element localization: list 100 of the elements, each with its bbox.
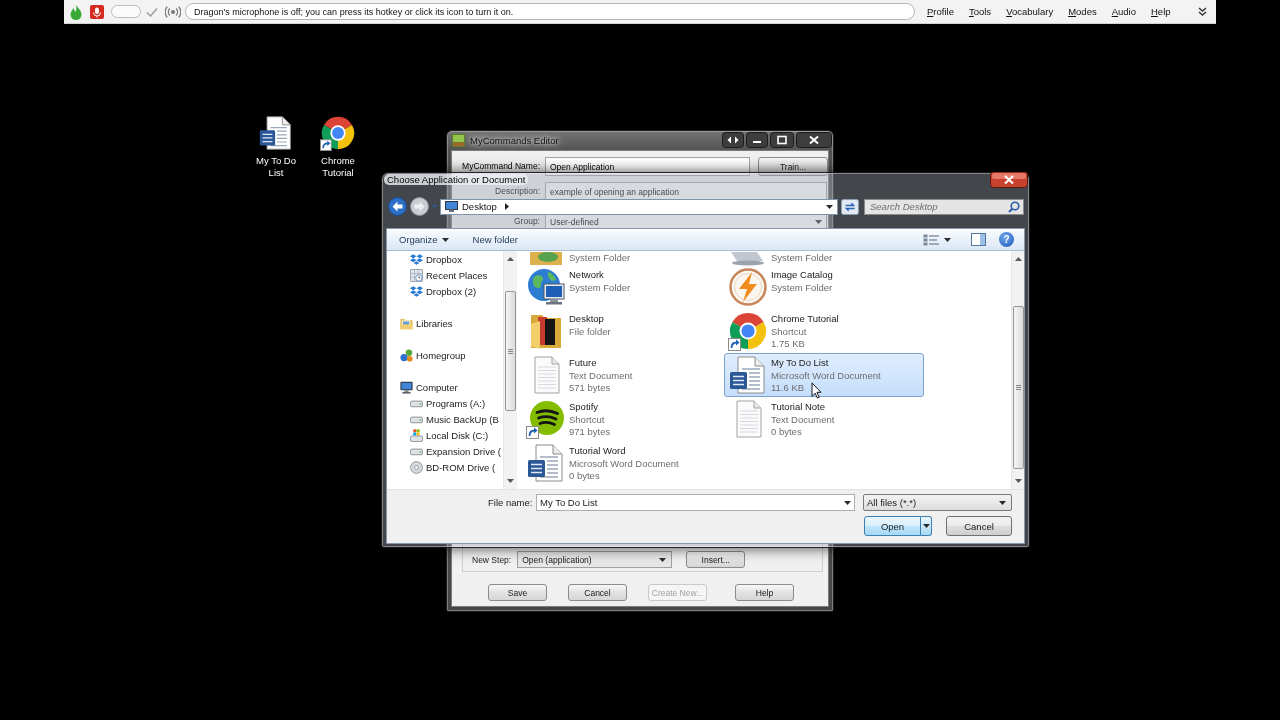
maximize-icon[interactable] [770, 132, 794, 148]
dialog-button[interactable]: Open [864, 516, 921, 536]
file-item[interactable]: Network System Folder [522, 265, 722, 309]
window-title: Choose Application or Document [384, 174, 529, 185]
checkmark-icon[interactable] [146, 6, 158, 17]
file-type-dropdown[interactable]: All files (*.*) [863, 494, 1012, 511]
nav-item[interactable]: Recent Places [387, 267, 503, 283]
file-name: Desktop [569, 313, 604, 326]
split-menu-button[interactable] [921, 516, 932, 536]
computer-icon [400, 380, 413, 394]
menu-item[interactable]: Tools [968, 6, 992, 17]
scrollbar-thumb[interactable] [505, 291, 516, 411]
file-type: Shortcut [569, 413, 605, 426]
chevron-right-icon[interactable] [504, 203, 509, 210]
scrollbar-track[interactable] [503, 251, 517, 489]
dialog-button[interactable]: Save [488, 584, 547, 601]
flame-icon[interactable] [70, 3, 82, 20]
dialog-button[interactable]: Cancel [946, 516, 1012, 536]
file-item[interactable]: Chrome Tutorial Shortcut 1.75 KB [724, 309, 924, 353]
menu-item[interactable]: Help [1151, 6, 1171, 17]
double-chevron-icon[interactable] [1198, 7, 1207, 16]
scroll-up-icon[interactable] [1014, 257, 1022, 261]
train-button[interactable]: Train... [758, 157, 828, 176]
broadcast-icon[interactable] [165, 5, 181, 18]
toolbar-button[interactable]: New folder [472, 234, 518, 245]
file-item[interactable]: Future Text Document 571 bytes [522, 353, 722, 397]
system-drive-icon [410, 428, 423, 442]
close-icon[interactable] [990, 172, 1028, 188]
scroll-down-icon[interactable] [507, 479, 514, 483]
file-type: System Folder [771, 252, 833, 264]
close-icon[interactable] [796, 132, 832, 148]
nav-item[interactable]: Dropbox (2) [387, 283, 503, 299]
nav-item[interactable]: Expansion Drive ( [387, 443, 503, 459]
file-item[interactable]: My To Do List Microsoft Word Document 11.6 KB [724, 353, 924, 397]
file-type: System Folder [771, 281, 833, 294]
microphone-icon[interactable] [90, 4, 104, 19]
search-field[interactable]: Search Desktop [864, 198, 1024, 215]
menu-item[interactable]: Profile [927, 6, 954, 17]
file-item[interactable]: Tutorial Note Text Document 0 bytes [724, 397, 924, 441]
caret-icon [826, 204, 833, 209]
desktop-icon-label[interactable]: Chrome Tutorial [311, 155, 365, 179]
file-type: System Folder [569, 281, 631, 294]
file-item[interactable]: Spotify Shortcut 971 bytes [522, 397, 722, 441]
caret-icon [844, 501, 851, 505]
caret-icon [659, 557, 667, 562]
file-type: Shortcut [771, 325, 807, 338]
resize-arrows-icon[interactable] [722, 132, 744, 148]
scrollbar-track[interactable] [1011, 251, 1024, 489]
field-label: New Step: [472, 554, 512, 565]
file-name: My To Do List [771, 357, 829, 370]
monitor-icon [445, 201, 458, 212]
menu-item[interactable]: Vocabulary [1006, 6, 1054, 17]
field-label: Description: [494, 186, 540, 197]
insert-button[interactable]: Insert... [686, 551, 746, 568]
file-item[interactable]: Tutorial Word Microsoft Word Document 0 bytes [522, 441, 722, 485]
file-item[interactable]: System Folder [522, 251, 722, 265]
nav-item[interactable]: Homegroup [387, 347, 503, 363]
field-label: File name: [488, 497, 532, 508]
field-label: Group: [513, 216, 540, 227]
minimize-icon[interactable] [746, 132, 768, 148]
dropdown-field[interactable]: Open (application) [517, 551, 673, 568]
nav-item[interactable]: Local Disk (C:) [387, 427, 503, 443]
preview-pane-icon[interactable] [971, 233, 986, 246]
view-options-icon[interactable] [923, 233, 939, 246]
file-item[interactable]: Image Catalog System Folder [724, 265, 924, 309]
caret-icon [922, 524, 930, 528]
recent-places-icon [410, 268, 423, 282]
scrollbar-thumb[interactable] [1012, 306, 1024, 469]
nav-item[interactable]: Libraries [387, 315, 503, 331]
file-type: Microsoft Word Document [569, 457, 679, 470]
file-name: Future [569, 357, 597, 370]
scroll-down-icon[interactable] [1014, 479, 1022, 483]
file-name: Chrome Tutorial [771, 313, 839, 326]
desktop-icon-label[interactable]: My To Do List [249, 155, 303, 179]
dialog-button[interactable]: Help [735, 584, 794, 601]
toolbar-button[interactable]: Organize [399, 234, 449, 245]
file-name-field[interactable]: My To Do List [536, 494, 855, 511]
breadcrumb-item[interactable]: Desktop [462, 201, 497, 212]
file-type: File folder [569, 325, 611, 338]
nav-item[interactable]: Computer [387, 379, 503, 395]
scroll-up-icon[interactable] [507, 257, 514, 261]
search-icon[interactable] [1008, 200, 1020, 213]
file-item[interactable]: System Folder [724, 251, 924, 265]
refresh-icon[interactable] [841, 198, 859, 215]
file-name: Network [569, 269, 604, 282]
menu-item[interactable]: Audio [1111, 6, 1136, 17]
file-item[interactable]: Desktop File folder [522, 309, 722, 353]
text-field[interactable]: Open Application [545, 157, 750, 176]
file-name: Image Catalog [771, 269, 833, 282]
libraries-icon [400, 316, 413, 330]
file-size: 571 bytes [569, 382, 611, 395]
nav-item[interactable]: Dropbox [387, 251, 503, 267]
file-type: Microsoft Word Document [771, 369, 881, 382]
nav-item[interactable]: BD-ROM Drive ( [387, 459, 503, 475]
nav-item[interactable]: Programs (A:) [387, 395, 503, 411]
message-field: Dragon's microphone is off; you can press its hotkey or click its icon to turn it on. [185, 3, 915, 20]
nav-item[interactable]: Music BackUp (B [387, 411, 503, 427]
mouse-pointer-icon [811, 382, 822, 399]
dialog-button[interactable]: Cancel [568, 584, 627, 601]
menu-item[interactable]: Modes [1068, 6, 1097, 17]
